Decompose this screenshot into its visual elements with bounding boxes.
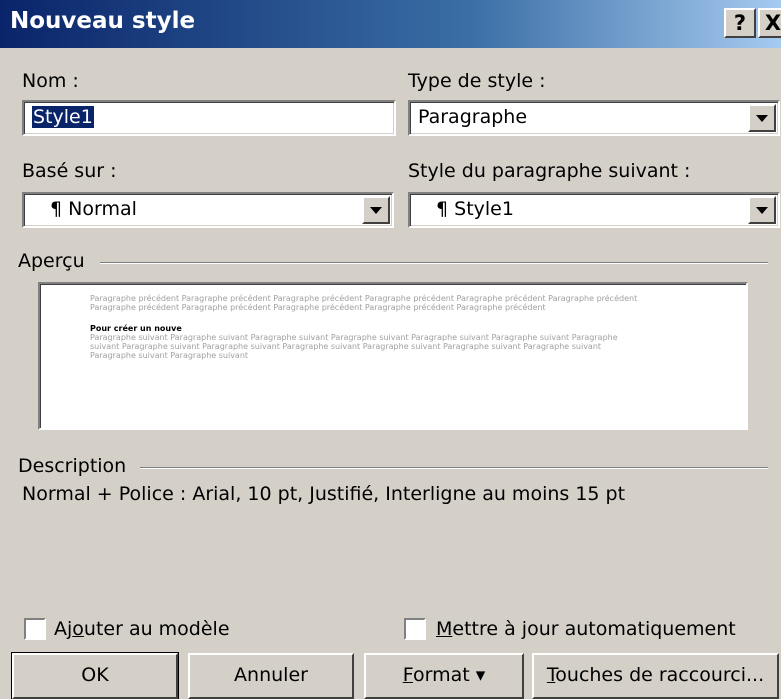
description-divider	[140, 467, 768, 469]
preview-next-line: Paragraphe suivant Paragraphe suivant	[90, 351, 249, 360]
touches-label: ouches de raccourci...	[555, 664, 765, 686]
ajouter-checkbox[interactable]	[24, 618, 46, 640]
preview-current-line: Pour créer un nouve	[90, 324, 182, 333]
mettre-a-jour-checkbox[interactable]	[404, 618, 426, 640]
dialog-title: Nouveau style	[10, 8, 196, 34]
format-button[interactable]: Format ▾	[364, 653, 524, 699]
type-select[interactable]: Paragraphe	[408, 100, 780, 136]
chevron-down-icon[interactable]	[748, 104, 776, 132]
ok-button[interactable]: OK	[11, 652, 179, 699]
preview-next-line: Paragraphe suivant Paragraphe suivant Pa…	[90, 333, 618, 342]
base-label: Basé sur :	[22, 160, 117, 182]
close-button[interactable]: X	[758, 8, 781, 38]
type-label: Type de style :	[408, 70, 546, 92]
ajouter-label[interactable]: Ajouter au modèle	[54, 618, 230, 640]
annuler-button[interactable]: Annuler	[188, 653, 354, 699]
caret-down-icon: ▾	[475, 664, 486, 686]
nom-label-text: Nom :	[22, 70, 79, 92]
mettre-accel: M	[436, 618, 453, 640]
help-button[interactable]: ?	[724, 8, 756, 38]
chevron-down-icon[interactable]	[748, 196, 776, 224]
apercu-label: Aperçu	[18, 250, 85, 272]
mettre-label-post: ettre à jour automatiquement	[452, 618, 736, 640]
description-label: Description	[18, 455, 127, 477]
preview-panel: Paragraphe précédent Paragraphe précéden…	[38, 282, 748, 430]
ajouter-label-post: uter au modèle	[83, 618, 230, 640]
preview-next-line: suivant Paragraphe suivant Paragraphe su…	[90, 342, 602, 351]
title-bar[interactable]: Nouveau style ? X	[0, 0, 781, 48]
base-value: ¶ Normal	[50, 198, 137, 220]
mettre-a-jour-label[interactable]: Mettre à jour automatiquement	[436, 618, 736, 640]
nom-value: Style1	[32, 106, 94, 128]
base-select[interactable]: ¶ Normal	[22, 192, 394, 228]
preview-prev-line: Paragraphe précédent Paragraphe précéden…	[90, 294, 638, 303]
nom-label: Nom :	[22, 70, 79, 92]
suivant-select[interactable]: ¶ Style1	[408, 192, 780, 228]
touches-raccourci-button[interactable]: Touches de raccourci...	[532, 653, 779, 699]
suivant-label: Style du paragraphe suivant :	[408, 160, 691, 182]
format-accel: F	[402, 664, 413, 686]
chevron-down-icon[interactable]	[362, 196, 390, 224]
description-text: Normal + Police : Arial, 10 pt, Justifié…	[22, 483, 626, 505]
type-value: Paragraphe	[418, 106, 528, 128]
new-style-dialog: Nouveau style ? X Nom : Style1 Type de s…	[0, 0, 781, 699]
ajouter-accel: o	[72, 618, 84, 640]
ajouter-label-pre: Aj	[54, 618, 73, 640]
apercu-divider	[100, 262, 768, 264]
nom-input[interactable]: Style1	[22, 100, 396, 136]
preview-prev-line: Paragraphe précédent Paragraphe précéden…	[90, 303, 546, 312]
suivant-value: ¶ Style1	[436, 198, 514, 220]
format-label: ormat	[412, 664, 470, 686]
